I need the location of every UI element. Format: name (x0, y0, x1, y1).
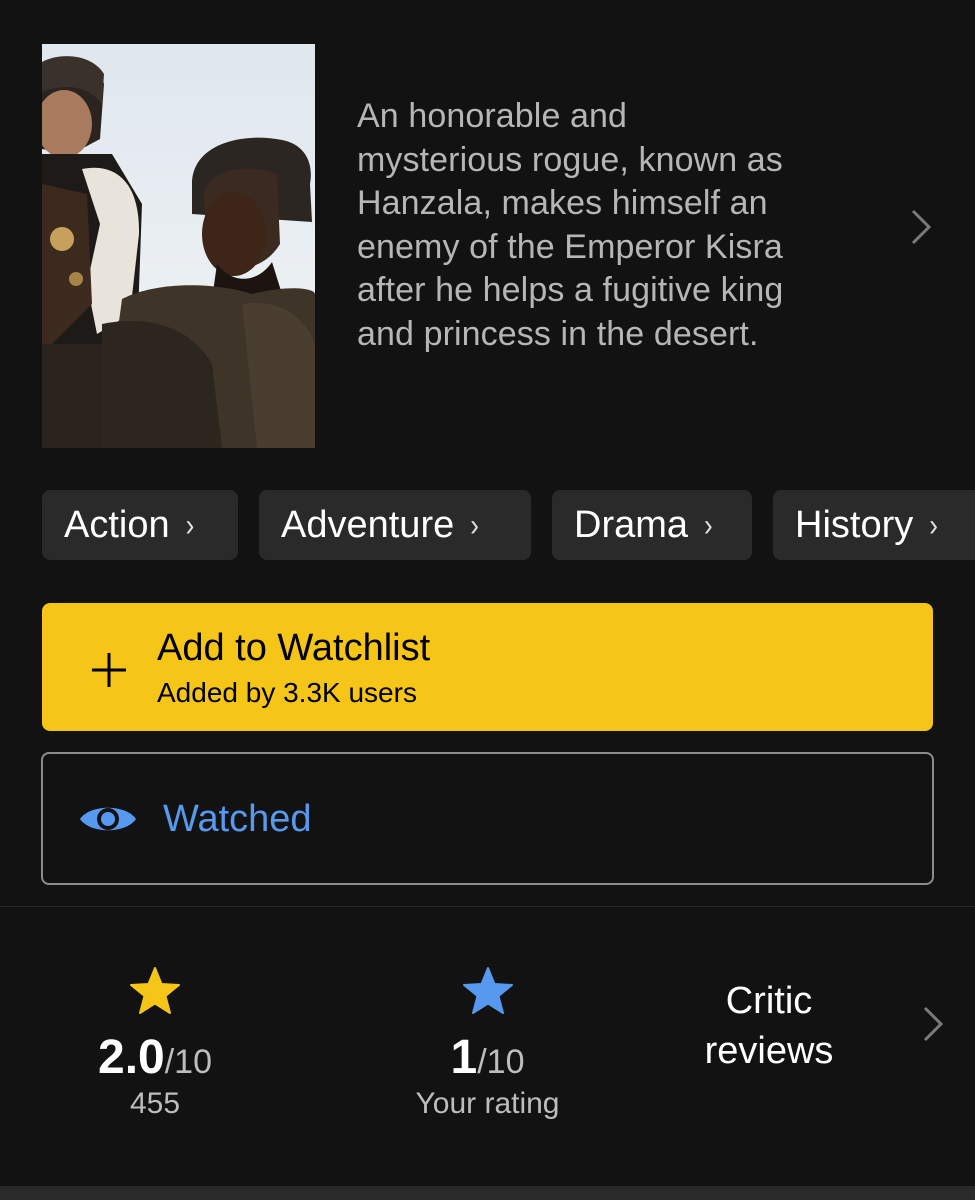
synopsis-line: mysterious rogue, known as (357, 140, 783, 179)
synopsis-line: after he helps a fugitive king (357, 271, 784, 309)
star-icon (130, 967, 180, 1014)
watchlist-title: Add to Watchlist (157, 627, 431, 669)
synopsis[interactable]: An honorable and mysterious rogue, known… (357, 95, 877, 356)
bottom-bar (0, 1186, 975, 1200)
watched-button[interactable]: Watched (41, 752, 934, 885)
plus-icon (92, 653, 126, 687)
watchlist-count: Added by 3.3K users (157, 677, 417, 708)
your-rating-label: Your rating (415, 1087, 560, 1120)
divider (0, 906, 975, 907)
rating-count: 455 (129, 1087, 181, 1120)
chevron-right-icon: › (185, 506, 195, 543)
genre-chip-action[interactable]: Action › (42, 490, 238, 560)
watched-label: Watched (163, 798, 312, 840)
star-icon (462, 967, 513, 1014)
movie-poster[interactable] (42, 44, 315, 448)
synopsis-line: Hanzala, makes himself an (357, 184, 768, 222)
synopsis-line: enemy of the Emperor Kisra (357, 227, 783, 266)
chevron-right-icon: › (929, 506, 938, 543)
user-rating-value: 1 (450, 1031, 478, 1084)
chevron-right-icon: › (470, 506, 479, 543)
eye-icon (80, 807, 136, 831)
your-rating[interactable]: 1/10 Your rating (390, 966, 585, 1121)
chevron-right-icon[interactable] (920, 1004, 946, 1044)
chevron-right-icon: › (704, 506, 713, 543)
genre-label: Adventure (281, 503, 455, 546)
genre-label: Drama (574, 503, 689, 546)
genre-chip-adventure[interactable]: Adventure › (259, 490, 531, 560)
synopsis-line: An honorable and (357, 97, 628, 135)
user-rating-scale: /10 (477, 1043, 525, 1081)
critic-reviews-link[interactable]: Critic reviews (660, 976, 878, 1076)
poster-image (42, 44, 315, 448)
genre-chip-drama[interactable]: Drama › (552, 490, 752, 560)
chevron-right-icon[interactable] (905, 206, 935, 248)
genre-chips: Action › Adventure › Drama › History › (42, 490, 975, 560)
rating-scale: /10 (164, 1043, 212, 1081)
genre-label: Action (64, 503, 170, 546)
synopsis-line: and princess in the desert. (357, 314, 759, 353)
critic-reviews-line: Critic (725, 980, 813, 1022)
critic-reviews-line: reviews (704, 1030, 834, 1072)
rating-value: 2.0 (98, 1031, 165, 1084)
genre-label: History (795, 503, 914, 546)
genre-chip-history[interactable]: History › (773, 490, 975, 560)
add-to-watchlist-button[interactable]: Add to Watchlist Added by 3.3K users (42, 603, 933, 731)
imdb-rating[interactable]: 2.0/10 455 (60, 966, 250, 1121)
